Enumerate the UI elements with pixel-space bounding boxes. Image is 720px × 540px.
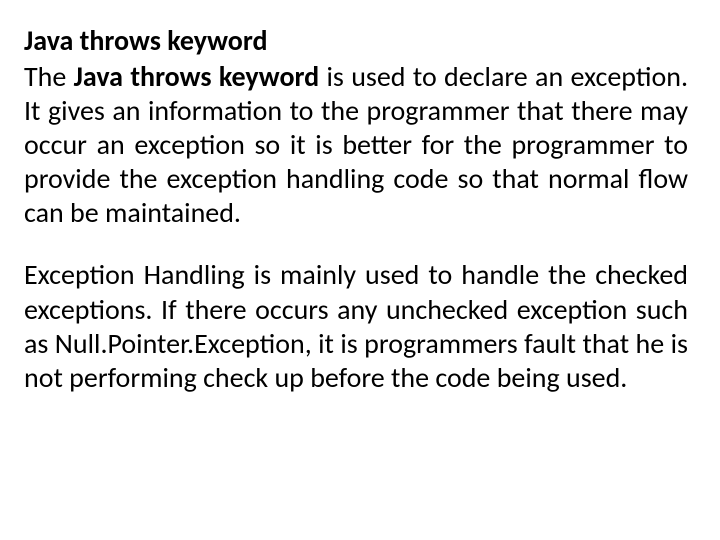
paragraph-1: The Java throws keyword is used to decla… — [24, 60, 688, 231]
p1-prefix: The — [24, 59, 74, 94]
paragraph-2: Exception Handling is mainly used to han… — [24, 258, 688, 395]
heading: Java throws keyword — [24, 24, 688, 58]
slide: Java throws keyword The Java throws keyw… — [0, 0, 720, 540]
p1-keyword: Java throws keyword — [74, 59, 320, 94]
